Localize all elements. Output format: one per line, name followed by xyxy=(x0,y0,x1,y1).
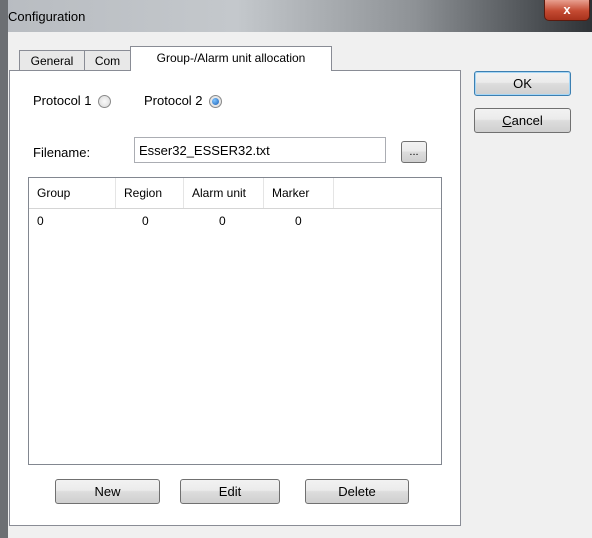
delete-button[interactable]: Delete xyxy=(305,479,409,504)
table-header: Group Region Alarm unit Marker xyxy=(29,178,441,209)
cancel-label-rest: ancel xyxy=(511,113,543,128)
cell-region: 0 xyxy=(142,214,149,228)
window-title: Configuration xyxy=(8,9,86,24)
protocol-2-option[interactable]: Protocol 2 xyxy=(144,91,223,111)
tab-panel: Protocol 1 Protocol 2 Filename: Esser32_… xyxy=(9,70,461,526)
column-header-region[interactable]: Region xyxy=(116,178,184,208)
tab-group-alarm-unit-allocation[interactable]: Group-/Alarm unit allocation xyxy=(130,46,332,71)
new-button[interactable]: New xyxy=(55,479,160,504)
protocol-2-label: Protocol 2 xyxy=(144,93,203,108)
title-bar: Configuration x xyxy=(0,0,592,32)
protocol-1-option[interactable]: Protocol 1 xyxy=(33,91,112,111)
dialog-body: General Com Group-/Alarm unit allocation… xyxy=(8,32,592,538)
filename-field[interactable]: Esser32_ESSER32.txt xyxy=(134,137,386,163)
protocol-1-label: Protocol 1 xyxy=(33,93,92,108)
table-row[interactable]: 0 0 0 0 xyxy=(29,212,441,230)
tab-group-alarm-label: Group-/Alarm unit allocation xyxy=(156,51,306,65)
window-left-frame xyxy=(0,0,8,538)
tab-general-label: General xyxy=(30,54,74,68)
browse-button[interactable]: ... xyxy=(401,141,427,163)
protocol-2-radio[interactable] xyxy=(209,95,223,109)
close-button[interactable]: x xyxy=(544,0,590,21)
column-header-group[interactable]: Group xyxy=(29,178,116,208)
tab-com[interactable]: Com xyxy=(84,50,131,71)
cell-alarm-unit: 0 xyxy=(219,214,226,228)
cell-marker: 0 xyxy=(295,214,302,228)
edit-button[interactable]: Edit xyxy=(180,479,280,504)
ok-button[interactable]: OK xyxy=(474,71,571,96)
column-header-marker[interactable]: Marker xyxy=(264,178,334,208)
cancel-button[interactable]: Cancel xyxy=(474,108,571,133)
cell-group: 0 xyxy=(37,214,44,228)
cancel-mnemonic: C xyxy=(502,113,512,128)
tab-general[interactable]: General xyxy=(19,50,85,71)
allocation-table[interactable]: Group Region Alarm unit Marker 0 0 0 0 xyxy=(28,177,442,465)
tab-com-label: Com xyxy=(94,54,121,68)
close-icon: x xyxy=(563,2,571,17)
filename-label: Filename: xyxy=(33,145,91,160)
protocol-1-radio[interactable] xyxy=(98,95,112,109)
column-header-alarm-unit[interactable]: Alarm unit xyxy=(184,178,264,208)
